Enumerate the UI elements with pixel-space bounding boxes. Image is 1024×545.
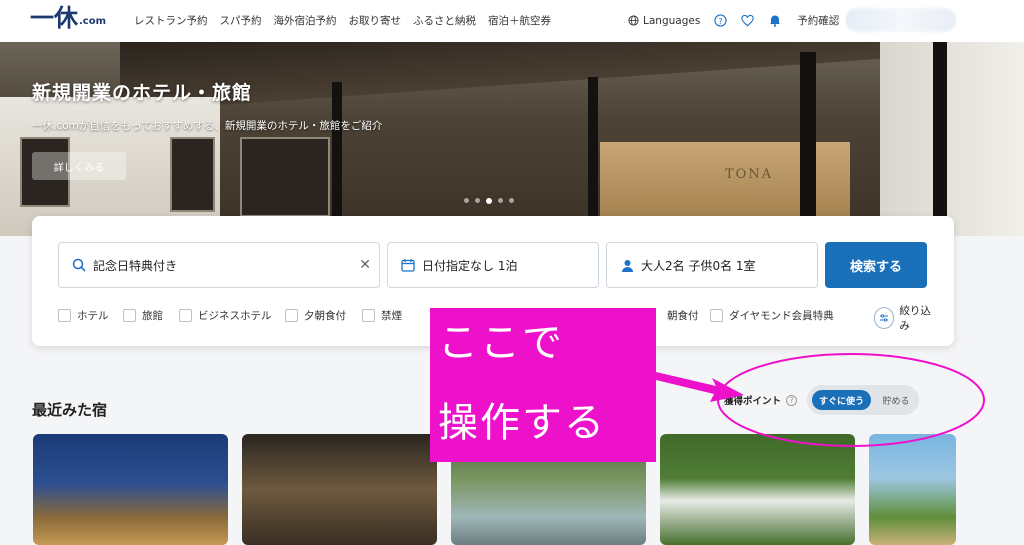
logo[interactable]: 一休 .com <box>30 6 106 30</box>
guests-field[interactable]: 大人2名 子供0名 1室 <box>606 242 818 288</box>
toggle-save[interactable]: 貯める <box>877 390 915 410</box>
hero-detail-button[interactable]: 詳しくみる <box>32 152 126 180</box>
hero-pillar <box>800 52 816 236</box>
hotel-card[interactable] <box>33 434 228 545</box>
nav-overseas[interactable]: 海外宿泊予約 <box>274 13 337 28</box>
keyword-value: 記念日特典付き <box>93 258 178 273</box>
filter-ryokan[interactable]: 旅館 <box>123 308 163 323</box>
carousel-dot[interactable] <box>509 198 514 203</box>
checkbox[interactable] <box>362 309 375 322</box>
filter-label: 夕朝食付 <box>304 310 346 322</box>
filter-non-smoking[interactable]: 禁煙 <box>362 308 402 323</box>
filter-label: 朝食付 <box>667 310 699 322</box>
nav-hotel-air[interactable]: 宿泊＋航空券 <box>488 13 551 28</box>
hero-pillar <box>332 82 342 236</box>
user-menu[interactable] <box>846 8 956 32</box>
narrow-down-label: 絞り込み <box>899 305 931 332</box>
guests-value: 大人2名 子供0名 1室 <box>641 258 756 273</box>
hero-window <box>240 137 330 217</box>
points-toggle-group: 獲得ポイント ? すぐに使う 貯める <box>724 385 920 415</box>
carousel-dot-active[interactable] <box>486 197 492 204</box>
svg-text:?: ? <box>719 16 723 26</box>
hero-pillar <box>588 77 598 236</box>
filter-label: ホテル <box>77 310 109 322</box>
hero-title: 新規開業のホテル・旅館 <box>32 82 253 104</box>
hotel-card[interactable] <box>242 434 437 545</box>
filter-breakfast[interactable]: 朝食付 <box>667 308 699 323</box>
carousel-dot[interactable] <box>498 198 503 203</box>
clear-icon[interactable]: ✕ <box>359 257 371 273</box>
points-label: 獲得ポイント <box>724 396 782 407</box>
filter-diamond[interactable]: ダイヤモンド会員特典 <box>710 308 834 323</box>
page: 一休 .com レストラン予約 スパ予約 海外宿泊予約 お取り寄せ ふるさと納税… <box>0 0 1024 545</box>
keyword-field[interactable]: 記念日特典付き ✕ <box>58 242 380 288</box>
narrow-down-button[interactable]: 絞り込み <box>874 303 938 333</box>
filter-business[interactable]: ビジネスホテル <box>179 308 272 323</box>
nav-furusato[interactable]: ふるさと納税 <box>413 13 476 28</box>
nav-gourmet[interactable]: お取り寄せ <box>349 13 402 28</box>
carousel-dot[interactable] <box>464 198 469 203</box>
checkbox[interactable] <box>123 309 136 322</box>
person-icon <box>619 257 635 273</box>
calendar-icon <box>400 257 416 273</box>
filter-label: 禁煙 <box>381 310 402 322</box>
date-value: 日付指定なし 1泊 <box>422 258 518 273</box>
annotation-text-line1: ここで <box>438 320 564 366</box>
reservation-check-link[interactable]: 予約確認 <box>797 13 839 28</box>
question-icon[interactable]: ? <box>786 394 798 406</box>
filter-label: ビジネスホテル <box>198 310 272 322</box>
logo-text: 一休 <box>30 3 78 32</box>
recent-title: 最近みた宿 <box>32 401 108 419</box>
filter-hotel[interactable]: ホテル <box>58 308 109 323</box>
top-header: 一休 .com レストラン予約 スパ予約 海外宿泊予約 お取り寄せ ふるさと納税… <box>0 0 1024 42</box>
globe-icon <box>628 15 639 26</box>
hero-banner[interactable]: TONA 新規開業のホテル・旅館 一休.comが自信をもっておすすめする、新規開… <box>0 42 1024 236</box>
carousel-dots <box>464 197 514 204</box>
filter-icon <box>874 307 895 329</box>
utility-nav: Languages ? 予約確認 <box>628 13 839 28</box>
filter-dinner-breakfast[interactable]: 夕朝食付 <box>285 308 346 323</box>
languages-button[interactable]: Languages <box>628 15 700 27</box>
nav-restaurant[interactable]: レストラン予約 <box>134 13 208 28</box>
hotel-card[interactable] <box>660 434 855 545</box>
filter-label: ダイヤモンド会員特典 <box>729 310 834 322</box>
heart-icon[interactable] <box>741 14 754 27</box>
points-toggle[interactable]: すぐに使う 貯める <box>807 385 920 415</box>
hero-pillar <box>933 42 947 236</box>
nav-spa[interactable]: スパ予約 <box>220 13 262 28</box>
carousel-dot[interactable] <box>475 198 480 203</box>
hero-sign: TONA <box>725 167 774 182</box>
hotel-card[interactable] <box>869 434 956 545</box>
toggle-use-now[interactable]: すぐに使う <box>812 390 872 410</box>
hero-subtitle: 一休.comが自信をもっておすすめする、新規開業のホテル・旅館をご紹介 <box>32 120 383 132</box>
help-icon[interactable]: ? <box>714 14 727 27</box>
annotation-text-line2: 操作する <box>438 400 606 446</box>
date-field[interactable]: 日付指定なし 1泊 <box>387 242 599 288</box>
main-nav: レストラン予約 スパ予約 海外宿泊予約 お取り寄せ ふるさと納税 宿泊＋航空券 <box>134 13 551 28</box>
bell-icon[interactable] <box>768 14 781 27</box>
checkbox[interactable] <box>179 309 192 322</box>
checkbox[interactable] <box>285 309 298 322</box>
hero-wall-right <box>880 42 1024 236</box>
languages-label: Languages <box>643 14 701 27</box>
checkbox[interactable] <box>58 309 71 322</box>
filter-label: 旅館 <box>142 310 163 322</box>
checkbox[interactable] <box>710 309 723 322</box>
logo-suffix: .com <box>79 16 107 27</box>
search-button[interactable]: 検索する <box>825 242 927 288</box>
hero-window <box>170 137 215 212</box>
search-icon <box>71 257 87 273</box>
